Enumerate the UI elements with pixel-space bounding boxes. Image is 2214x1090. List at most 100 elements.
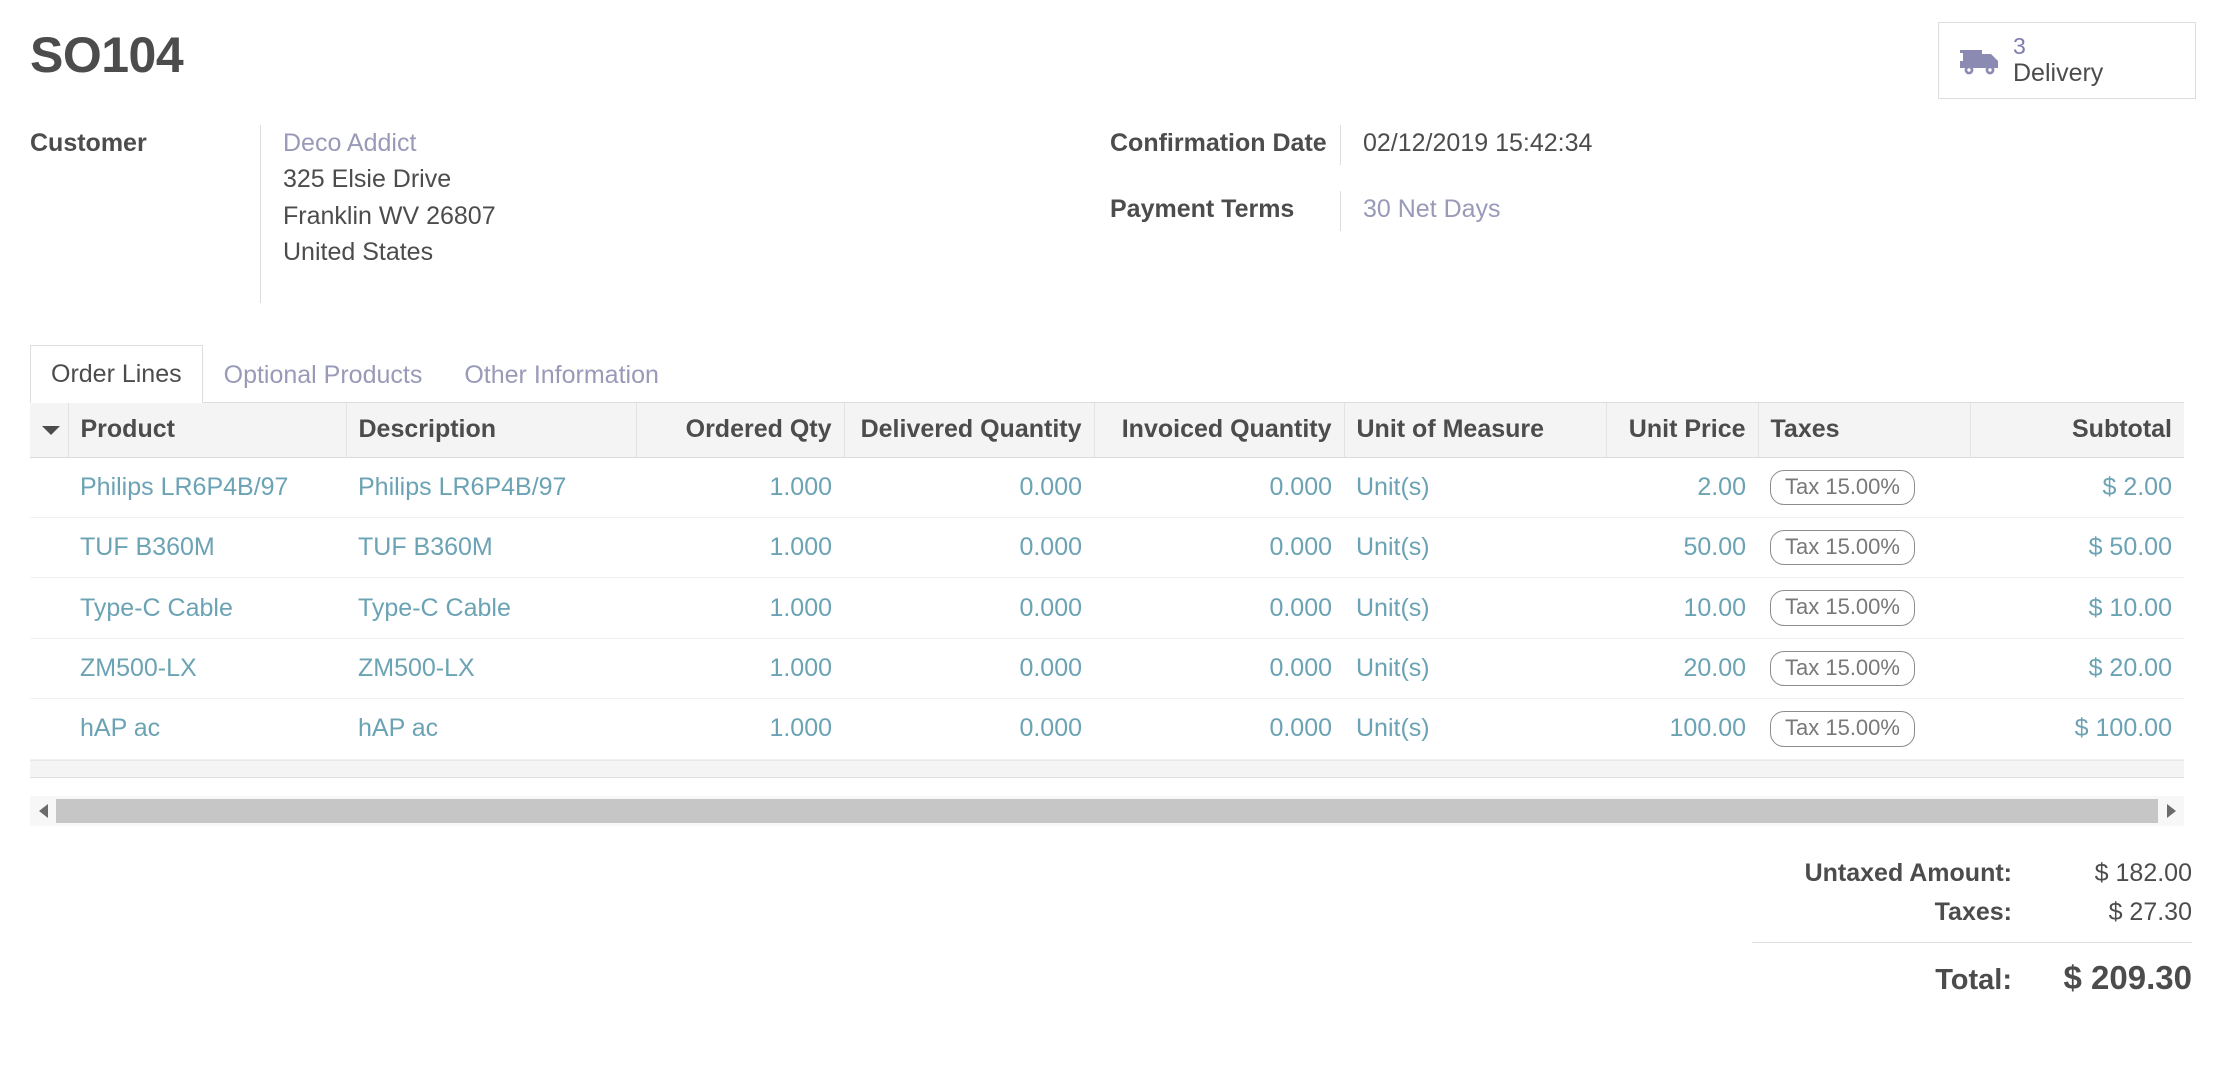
info-column-right: Confirmation Date 02/12/2019 15:42:34 Pa… [1110, 125, 2184, 329]
cell-delivered-quantity[interactable]: 0.000 [844, 457, 1094, 519]
tax-badge[interactable]: Tax 15.00% [1770, 469, 1915, 506]
tab-other-information[interactable]: Other Information [443, 346, 680, 404]
tax-badge[interactable]: Tax 15.00% [1770, 530, 1915, 566]
cell-taxes[interactable]: Tax 15.00% [1758, 517, 1970, 579]
cell-taxes[interactable]: Tax 15.00% [1758, 577, 1970, 639]
cell-unit-of-measure[interactable]: Unit(s) [1344, 577, 1606, 639]
column-header-delivered-quantity[interactable]: Delivered Quantity [844, 403, 1095, 458]
cell-invoiced-quantity[interactable]: 0.000 [1094, 457, 1344, 519]
customer-city-state-zip: Franklin WV 26807 [283, 201, 496, 230]
untaxed-amount-label: Untaxed Amount: [1804, 858, 2012, 887]
cell-subtotal: $ 50.00 [1970, 517, 2184, 579]
delivery-label: Delivery [2013, 59, 2104, 88]
order-totals-section: Untaxed Amount: $ 182.00 Taxes: $ 27.30 … [0, 826, 2214, 1002]
sale-order-form: SO104 3 Delivery Customer Deco Addict 32… [0, 0, 2214, 1090]
form-header: SO104 3 Delivery [0, 0, 2214, 100]
cell-product[interactable]: ZM500-LX [68, 638, 346, 700]
column-options-toggle[interactable] [30, 403, 69, 458]
cell-taxes[interactable]: Tax 15.00% [1758, 698, 1970, 760]
cell-taxes[interactable]: Tax 15.00% [1758, 638, 1970, 700]
cell-ordered-qty[interactable]: 1.000 [636, 457, 844, 519]
cell-description[interactable]: TUF B360M [346, 517, 636, 579]
cell-unit-price[interactable]: 20.00 [1606, 638, 1758, 700]
customer-name-link[interactable]: Deco Addict [283, 125, 496, 161]
order-lines-header: Product Description Ordered Qty Delivere… [30, 403, 2184, 458]
table-row[interactable]: hAP ac hAP ac 1.000 0.000 0.000 Unit(s) … [30, 698, 2184, 760]
order-lines-body: Philips LR6P4B/97 Philips LR6P4B/97 1.00… [30, 457, 2184, 760]
cell-ordered-qty[interactable]: 1.000 [636, 577, 844, 639]
scrollbar-track[interactable] [56, 796, 2158, 826]
cell-invoiced-quantity[interactable]: 0.000 [1094, 638, 1344, 700]
cell-description[interactable]: hAP ac [346, 698, 636, 760]
chevron-down-icon[interactable] [42, 426, 60, 436]
taxes-row: Taxes: $ 27.30 [1752, 893, 2192, 932]
stat-button-box: 3 Delivery [1938, 22, 2196, 100]
cell-unit-of-measure[interactable]: Unit(s) [1344, 457, 1606, 519]
confirmation-date-value: 02/12/2019 15:42:34 [1340, 125, 1592, 166]
column-header-taxes[interactable]: Taxes [1758, 403, 1971, 458]
cell-product[interactable]: TUF B360M [68, 517, 346, 579]
cell-product[interactable]: hAP ac [68, 698, 346, 760]
column-header-subtotal[interactable]: Subtotal [1970, 403, 2184, 458]
tax-badge[interactable]: Tax 15.00% [1770, 650, 1915, 687]
row-handle [30, 517, 68, 579]
payment-terms-label: Payment Terms [1110, 195, 1295, 224]
cell-invoiced-quantity[interactable]: 0.000 [1094, 577, 1344, 639]
total-label: Total: [1935, 963, 2012, 996]
field-payment-terms: Payment Terms 30 Net Days [1110, 191, 2184, 232]
column-header-unit-of-measure[interactable]: Unit of Measure [1344, 403, 1607, 458]
table-row[interactable]: Philips LR6P4B/97 Philips LR6P4B/97 1.00… [30, 457, 2184, 519]
cell-subtotal: $ 10.00 [1970, 577, 2184, 639]
customer-label: Customer [30, 129, 147, 158]
cell-description[interactable]: ZM500-LX [346, 638, 636, 700]
column-header-ordered-qty[interactable]: Ordered Qty [636, 403, 845, 458]
cell-ordered-qty[interactable]: 1.000 [636, 698, 844, 760]
column-header-invoiced-quantity[interactable]: Invoiced Quantity [1094, 403, 1345, 458]
order-notebook: Order Lines Optional Products Other Info… [30, 344, 2184, 778]
cell-subtotal: $ 2.00 [1970, 457, 2184, 519]
cell-unit-price[interactable]: 10.00 [1606, 577, 1758, 639]
table-row[interactable]: ZM500-LX ZM500-LX 1.000 0.000 0.000 Unit… [30, 638, 2184, 700]
tab-optional-products[interactable]: Optional Products [203, 346, 444, 404]
cell-description[interactable]: Philips LR6P4B/97 [346, 457, 636, 519]
cell-product[interactable]: Philips LR6P4B/97 [68, 457, 346, 519]
horizontal-scrollbar[interactable] [30, 795, 2184, 826]
taxes-value: $ 27.30 [2108, 897, 2192, 926]
cell-unit-price[interactable]: 50.00 [1606, 517, 1758, 579]
cell-unit-of-measure[interactable]: Unit(s) [1344, 517, 1606, 579]
cell-invoiced-quantity[interactable]: 0.000 [1094, 698, 1344, 760]
cell-unit-price[interactable]: 2.00 [1606, 457, 1758, 519]
cell-unit-of-measure[interactable]: Unit(s) [1344, 638, 1606, 700]
order-totals: Untaxed Amount: $ 182.00 Taxes: $ 27.30 … [1752, 854, 2192, 1002]
tab-order-lines[interactable]: Order Lines [30, 344, 203, 404]
cell-invoiced-quantity[interactable]: 0.000 [1094, 517, 1344, 579]
untaxed-amount-value: $ 182.00 [2094, 858, 2192, 887]
scroll-left-arrow-icon[interactable] [30, 796, 56, 826]
cell-product[interactable]: Type-C Cable [68, 577, 346, 639]
table-row[interactable]: Type-C Cable Type-C Cable 1.000 0.000 0.… [30, 577, 2184, 639]
tax-badge[interactable]: Tax 15.00% [1770, 711, 1915, 747]
cell-description[interactable]: Type-C Cable [346, 577, 636, 639]
column-header-description[interactable]: Description [346, 403, 637, 458]
cell-delivered-quantity[interactable]: 0.000 [844, 698, 1094, 760]
column-header-product[interactable]: Product [68, 403, 347, 458]
payment-terms-value[interactable]: 30 Net Days [1340, 191, 1501, 232]
cell-taxes[interactable]: Tax 15.00% [1758, 457, 1970, 519]
customer-value: Deco Addict 325 Elsie Drive Franklin WV … [260, 125, 496, 304]
scroll-right-arrow-icon[interactable] [2158, 796, 2184, 826]
cell-ordered-qty[interactable]: 1.000 [636, 638, 844, 700]
order-lines-table: Product Description Ordered Qty Delivere… [30, 403, 2184, 760]
cell-delivered-quantity[interactable]: 0.000 [844, 638, 1094, 700]
total-value: $ 209.30 [2063, 958, 2192, 996]
tax-badge[interactable]: Tax 15.00% [1770, 590, 1915, 626]
table-row[interactable]: TUF B360M TUF B360M 1.000 0.000 0.000 Un… [30, 517, 2184, 579]
scrollbar-thumb[interactable] [56, 798, 2158, 823]
column-header-unit-price[interactable]: Unit Price [1606, 403, 1759, 458]
cell-delivered-quantity[interactable]: 0.000 [844, 577, 1094, 639]
cell-ordered-qty[interactable]: 1.000 [636, 517, 844, 579]
delivery-stat-button[interactable]: 3 Delivery [1938, 22, 2196, 100]
cell-unit-price[interactable]: 100.00 [1606, 698, 1758, 760]
cell-unit-of-measure[interactable]: Unit(s) [1344, 698, 1606, 760]
cell-delivered-quantity[interactable]: 0.000 [844, 517, 1094, 579]
total-row: Total: $ 209.30 [1752, 941, 2192, 1002]
